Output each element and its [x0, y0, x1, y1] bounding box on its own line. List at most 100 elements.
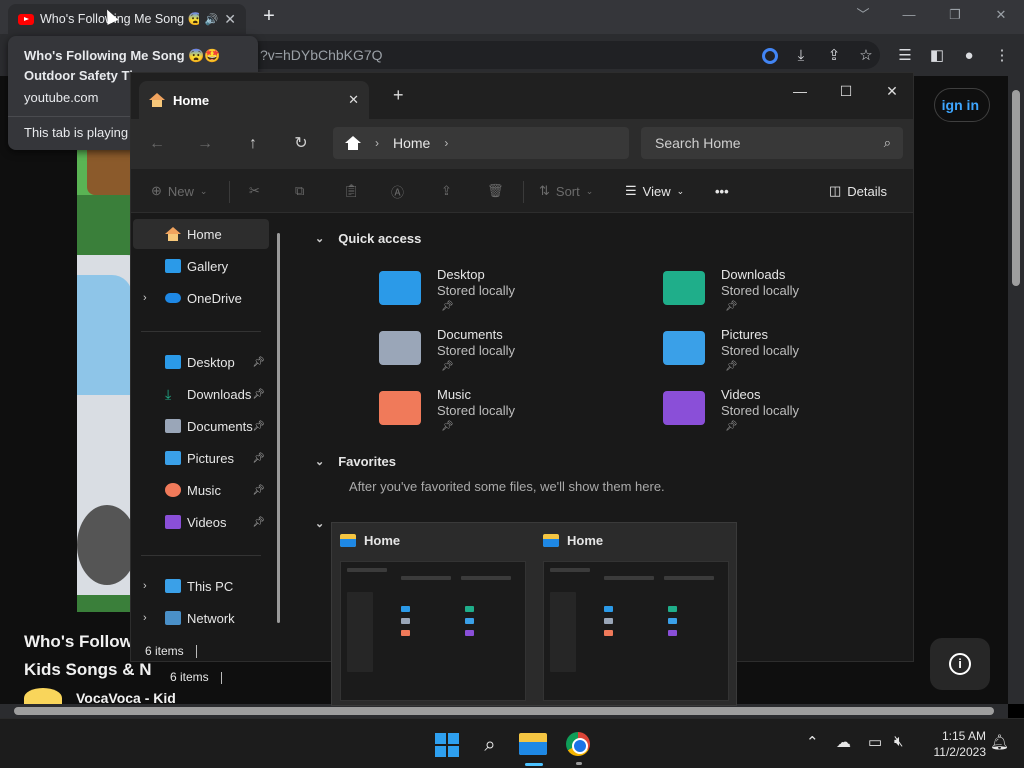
- start-button[interactable]: [435, 733, 459, 757]
- documents-folder-icon: [379, 331, 421, 365]
- refresh-icon[interactable]: ↻: [287, 131, 315, 157]
- more-options-button[interactable]: •••: [715, 177, 729, 205]
- pin-icon: 📌︎: [441, 421, 454, 432]
- chrome-icon[interactable]: [566, 732, 590, 756]
- nav-item-desktop[interactable]: Desktop 📌︎: [133, 347, 269, 377]
- documents-icon: [165, 419, 181, 433]
- info-icon: i: [949, 653, 971, 675]
- breadcrumb-chevron-icon[interactable]: ›: [444, 136, 448, 150]
- url-text: ?v=hDYbChbKG7Q: [260, 47, 383, 63]
- windows-taskbar: ⌕ ⌃ ☁ ▭ 🔇︎ 1:15 AM 11/2/2023 🔔︎: [0, 718, 1024, 768]
- new-tab-button[interactable]: +: [258, 6, 280, 28]
- new-button[interactable]: ⊕ New ⌄: [151, 177, 207, 205]
- nav-item-downloads[interactable]: ⤓ Downloads 📌︎: [133, 379, 269, 409]
- show-hidden-icons-chevron-icon[interactable]: ⌃: [806, 733, 819, 751]
- pin-icon: 📌︎: [725, 361, 738, 372]
- thumbnail-title: Home: [364, 533, 401, 548]
- breadcrumb-home[interactable]: Home: [393, 135, 430, 151]
- explorer-search-input[interactable]: Search Home ⌕: [641, 127, 903, 159]
- onedrive-cloud-icon: [165, 293, 181, 303]
- share-icon[interactable]: ⇪: [441, 177, 452, 205]
- forward-arrow-icon[interactable]: →: [191, 131, 219, 157]
- volume-muted-icon[interactable]: 🔇︎: [894, 733, 903, 750]
- explorer-minimize-button[interactable]: —: [777, 77, 823, 105]
- tab-close-button[interactable]: ✕: [224, 11, 236, 28]
- file-explorer-icon: [340, 534, 356, 547]
- nav-item-onedrive[interactable]: › OneDrive: [133, 283, 269, 313]
- pictures-folder-icon: [663, 331, 705, 365]
- sign-in-button[interactable]: ign in: [934, 88, 990, 122]
- nav-item-gallery[interactable]: Gallery: [133, 251, 269, 281]
- quick-access-downloads[interactable]: Downloads Stored locally 📌︎: [663, 267, 903, 323]
- nav-item-network[interactable]: › Network: [133, 603, 269, 633]
- explorer-maximize-button[interactable]: ☐: [823, 77, 869, 105]
- nav-item-pictures[interactable]: Pictures 📌︎: [133, 443, 269, 473]
- explorer-close-button[interactable]: ✕: [869, 77, 915, 105]
- paste-icon[interactable]: 📋︎: [343, 177, 360, 205]
- thumbnail-window-1[interactable]: Home: [332, 523, 532, 707]
- audio-playing-icon[interactable]: 🔊: [205, 13, 219, 26]
- explorer-tab-close-button[interactable]: ✕: [348, 92, 359, 108]
- reading-list-icon[interactable]: ☰: [893, 44, 917, 68]
- chrome-tab[interactable]: Who's Following Me Song 😨🤩 🔊 ✕: [8, 4, 246, 34]
- sort-button[interactable]: ⇅ Sort ⌄: [539, 177, 593, 205]
- tab-search-button[interactable]: ﹀: [846, 4, 880, 26]
- view-button[interactable]: ☰ View ⌄: [625, 177, 684, 205]
- behind-window-status: 6 items: [170, 666, 330, 688]
- pin-icon: 📌︎: [252, 452, 265, 464]
- google-lens-icon[interactable]: [758, 44, 782, 68]
- up-arrow-icon[interactable]: ↑: [239, 131, 267, 157]
- menu-kebab-icon[interactable]: ⋮: [990, 44, 1014, 68]
- search-icon[interactable]: ⌕: [472, 727, 508, 763]
- quick-access-desktop[interactable]: Desktop Stored locally 📌︎: [379, 267, 619, 323]
- nav-item-home[interactable]: Home: [133, 219, 269, 249]
- desktop-folder-icon: [379, 271, 421, 305]
- quick-access-music[interactable]: Music Stored locally 📌︎: [379, 387, 619, 443]
- details-button[interactable]: ◫ Details: [829, 177, 887, 205]
- nav-item-this-pc[interactable]: › This PC: [133, 571, 269, 601]
- chevron-right-icon[interactable]: ›: [143, 612, 147, 624]
- copy-icon[interactable]: ⧉: [295, 177, 304, 205]
- network-icon: [165, 611, 181, 625]
- system-clock[interactable]: 1:15 AM 11/2/2023: [920, 728, 987, 760]
- clock-time: 1:15 AM: [941, 729, 986, 743]
- delete-icon[interactable]: 🗑︎: [487, 177, 504, 205]
- rename-icon[interactable]: Ⓐ: [391, 177, 404, 205]
- restore-button[interactable]: ❐: [938, 4, 972, 26]
- quick-access-pictures[interactable]: Pictures Stored locally 📌︎: [663, 327, 903, 383]
- nav-item-music[interactable]: Music 📌︎: [133, 475, 269, 505]
- share-icon[interactable]: ⇪: [822, 44, 846, 68]
- thumbnail-window-2[interactable]: Home: [535, 523, 735, 707]
- minimize-button[interactable]: —: [892, 4, 926, 26]
- display-icon[interactable]: ▭: [868, 733, 882, 751]
- install-icon[interactable]: ⤓: [789, 44, 813, 68]
- nav-item-documents[interactable]: Documents 📌︎: [133, 411, 269, 441]
- profile-icon[interactable]: ●: [957, 44, 981, 68]
- quick-access-header[interactable]: ⌄ Quick access: [315, 231, 421, 246]
- explorer-address-bar[interactable]: › Home ›: [333, 127, 629, 159]
- home-icon: [149, 93, 165, 107]
- close-window-button[interactable]: ✕: [984, 4, 1018, 26]
- cut-icon[interactable]: ✂: [249, 177, 260, 205]
- favorites-header[interactable]: ⌄ Favorites: [315, 454, 396, 469]
- explorer-add-tab-button[interactable]: +: [393, 85, 404, 106]
- recent-header[interactable]: ⌄: [315, 517, 324, 530]
- quick-access-videos[interactable]: Videos Stored locally 📌︎: [663, 387, 903, 443]
- quick-access-documents[interactable]: Documents Stored locally 📌︎: [379, 327, 619, 383]
- file-explorer-icon[interactable]: [519, 733, 547, 755]
- pin-icon: 📌︎: [725, 421, 738, 432]
- vertical-scrollbar[interactable]: [1008, 76, 1024, 704]
- info-button[interactable]: i: [930, 638, 990, 690]
- notification-bell-icon[interactable]: 🔔︎: [990, 733, 1009, 751]
- active-app-indicator: [525, 763, 543, 766]
- onedrive-tray-icon[interactable]: ☁: [836, 733, 851, 751]
- file-explorer-icon: [543, 534, 559, 547]
- explorer-tab-home[interactable]: Home ✕: [139, 81, 369, 119]
- nav-pane-scrollbar[interactable]: [277, 233, 280, 623]
- chevron-right-icon[interactable]: ›: [143, 292, 147, 304]
- bookmark-star-icon[interactable]: ☆: [854, 44, 878, 68]
- back-arrow-icon[interactable]: ←: [143, 131, 171, 157]
- nav-item-videos[interactable]: Videos 📌︎: [133, 507, 269, 537]
- side-panel-icon[interactable]: ◧: [925, 44, 949, 68]
- chevron-right-icon[interactable]: ›: [143, 580, 147, 592]
